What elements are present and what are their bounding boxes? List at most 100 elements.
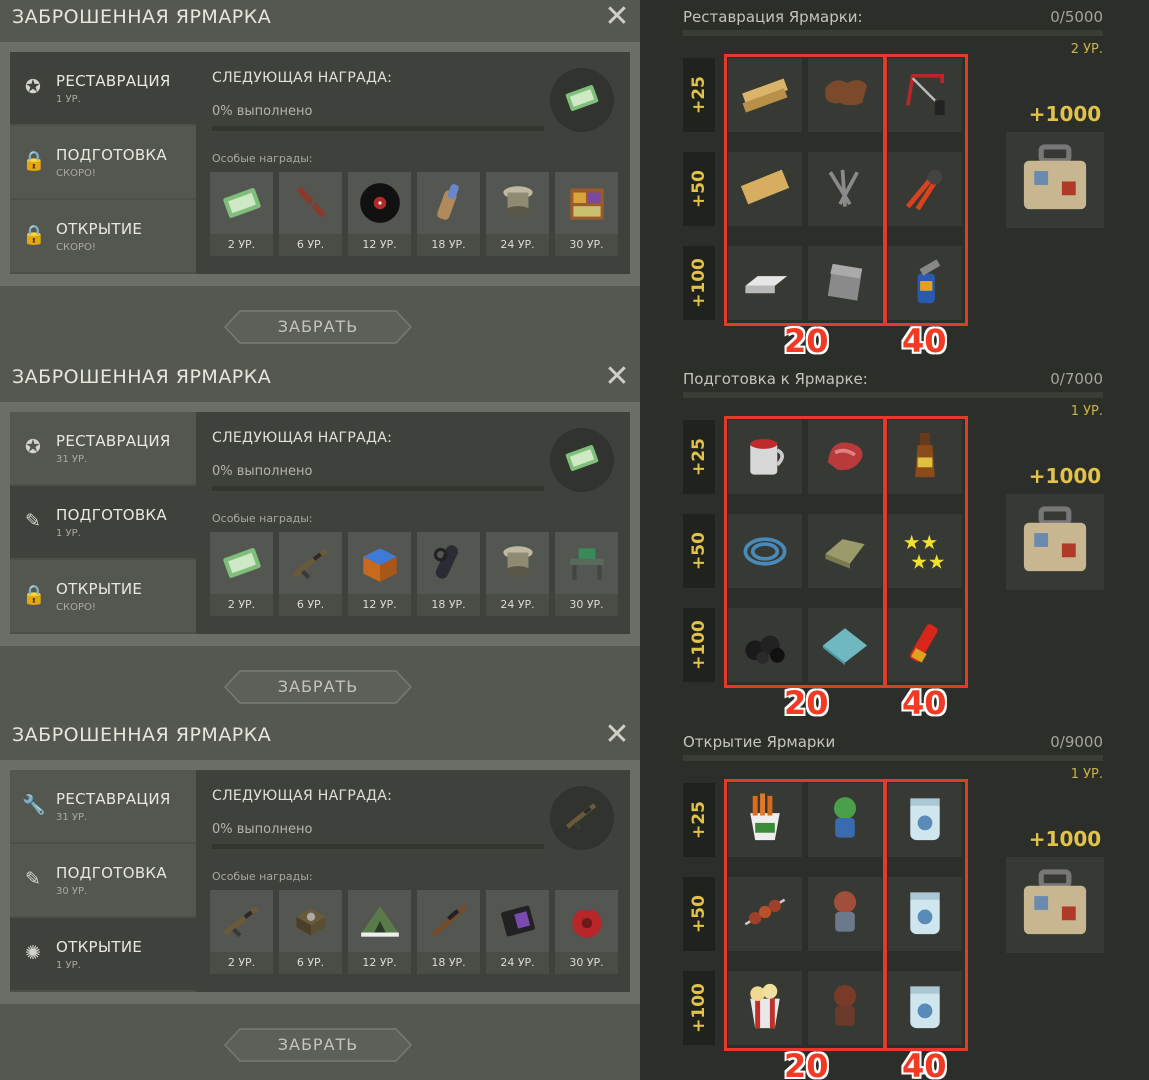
bonus-reward[interactable] xyxy=(1006,494,1104,590)
special-reward-slot[interactable]: 6 УР. xyxy=(279,172,342,256)
tab-0[interactable]: ✪ РЕСТАВРАЦИЯ 1 УР. xyxy=(10,52,196,126)
panel-inner: ✪ РЕСТАВРАЦИЯ 31 УР. ✎ ПОДГОТОВКА 1 УР. … xyxy=(10,412,630,634)
event-panel: ЗАБРОШЕННАЯ ЯРМАРКА ✕ 🔧 РЕСТАВРАЦИЯ 31 У… xyxy=(0,718,640,1078)
silencer-icon xyxy=(417,532,480,594)
brush-icon: ✎ xyxy=(25,868,41,890)
section-progress-bar xyxy=(683,392,1103,398)
row-points-label: +25 xyxy=(689,801,709,839)
slot-level: 6 УР. xyxy=(279,594,342,616)
tab-level: 1 УР. xyxy=(56,94,81,105)
bonus-reward[interactable] xyxy=(1006,857,1104,953)
highlight-box-40 xyxy=(884,416,968,688)
panel-title: ЗАБРОШЕННАЯ ЯРМАРКА xyxy=(12,724,272,746)
special-reward-slot[interactable]: 24 УР. xyxy=(486,172,549,256)
section-count: 0/9000 xyxy=(1050,733,1103,751)
section-count: 0/5000 xyxy=(1050,8,1103,26)
crossbow-icon xyxy=(279,172,342,234)
tab-level: 1 УР. xyxy=(56,960,81,971)
claim-button[interactable]: ЗАБРАТЬ xyxy=(224,670,412,704)
row-points: +25 xyxy=(683,783,715,857)
special-reward-slot[interactable]: 30 УР. xyxy=(555,172,618,256)
section-level: 1 УР. xyxy=(1070,767,1103,782)
next-reward-label: СЛЕДУЮЩАЯ НАГРАДА: xyxy=(212,788,393,804)
special-reward-slot[interactable]: 2 УР. xyxy=(210,172,273,256)
reward-content: СЛЕДУЮЩАЯ НАГРАДА: 0% выполнено Особые н… xyxy=(196,52,630,274)
bonus-reward[interactable] xyxy=(1006,132,1104,228)
special-reward-slot[interactable]: 6 УР. xyxy=(279,532,342,616)
row-points-label: +25 xyxy=(689,438,709,476)
special-reward-slot[interactable]: 30 УР. xyxy=(555,532,618,616)
special-reward-slot[interactable]: 18 УР. xyxy=(417,172,480,256)
badge-wallet-icon xyxy=(486,890,549,952)
tab-name: ПОДГОТОВКА xyxy=(56,506,167,524)
claim-button[interactable]: ЗАБРАТЬ xyxy=(224,310,412,344)
ticket-icon xyxy=(210,172,273,234)
row-points: +50 xyxy=(683,152,715,226)
tab-level: 31 УР. xyxy=(56,454,88,465)
rifle-icon xyxy=(210,890,273,952)
row-points-label: +100 xyxy=(689,620,709,670)
bonus-label: +1000 xyxy=(1028,464,1102,488)
section-count: 0/7000 xyxy=(1050,370,1103,388)
tab-1[interactable]: ✎ ПОДГОТОВКА 30 УР. xyxy=(10,844,196,918)
tab-1[interactable]: 🔒 ПОДГОТОВКА СКОРО! xyxy=(10,126,196,200)
special-reward-slot[interactable]: 6 УР. xyxy=(279,890,342,974)
next-reward-circle[interactable] xyxy=(550,428,614,492)
slot-level: 24 УР. xyxy=(486,594,549,616)
tab-0[interactable]: ✪ РЕСТАВРАЦИЯ 31 УР. xyxy=(10,412,196,486)
section-title: Реставрация Ярмарки: xyxy=(683,8,863,26)
special-reward-slot[interactable]: 24 УР. xyxy=(486,532,549,616)
tab-2[interactable]: 🔒 ОТКРЫТИЕ СКОРО! xyxy=(10,560,196,634)
row-points: +100 xyxy=(683,608,715,682)
row-points: +100 xyxy=(683,971,715,1045)
slot-level: 6 УР. xyxy=(279,952,342,974)
tab-name: РЕСТАВРАЦИЯ xyxy=(56,790,171,808)
collection-section: Реставрация Ярмарки: 0/5000 2 УР. +25 +50 +… xyxy=(640,0,1149,360)
claim-label: ЗАБРАТЬ xyxy=(277,677,359,696)
special-reward-slot[interactable]: 12 УР. xyxy=(348,890,411,974)
tab-1[interactable]: ✎ ПОДГОТОВКА 1 УР. xyxy=(10,486,196,560)
slot-level: 6 УР. xyxy=(279,234,342,256)
special-reward-slot[interactable]: 30 УР. xyxy=(555,890,618,974)
medal-icon: ✪ xyxy=(25,76,41,98)
gas-tank-icon xyxy=(555,890,618,952)
party-popper-icon: ✺ xyxy=(25,942,41,964)
special-rewards-label: Особые награды: xyxy=(212,512,313,525)
panel-inner: 🔧 РЕСТАВРАЦИЯ 31 УР. ✎ ПОДГОТОВКА 30 УР.… xyxy=(10,770,630,992)
event-panel: ЗАБРОШЕННАЯ ЯРМАРКА ✕ ✪ РЕСТАВРАЦИЯ 31 У… xyxy=(0,360,640,720)
special-reward-slot[interactable]: 18 УР. xyxy=(417,532,480,616)
special-reward-slot[interactable]: 12 УР. xyxy=(348,172,411,256)
collection-rewards: Реставрация Ярмарки: 0/5000 2 УР. +25 +50 +… xyxy=(640,0,1149,1080)
tab-name: РЕСТАВРАЦИЯ xyxy=(56,432,171,450)
next-reward-circle[interactable] xyxy=(550,68,614,132)
claim-button[interactable]: ЗАБРАТЬ xyxy=(224,1028,412,1062)
slot-level: 24 УР. xyxy=(486,234,549,256)
box-20-label: 20 xyxy=(784,684,829,722)
close-icon[interactable]: ✕ xyxy=(602,720,632,750)
close-icon[interactable]: ✕ xyxy=(602,362,632,392)
row-points: +100 xyxy=(683,246,715,320)
close-icon[interactable]: ✕ xyxy=(602,2,632,32)
tab-2[interactable]: ✺ ОТКРЫТИЕ 1 УР. xyxy=(10,918,196,992)
claim-label: ЗАБРАТЬ xyxy=(277,1035,359,1054)
box-40-label: 40 xyxy=(902,684,947,722)
special-reward-slot[interactable]: 2 УР. xyxy=(210,890,273,974)
panel-body: ✪ РЕСТАВРАЦИЯ 31 УР. ✎ ПОДГОТОВКА 1 УР. … xyxy=(0,402,640,646)
tab-2[interactable]: 🔒 ОТКРЫТИЕ СКОРО! xyxy=(10,200,196,274)
tab-0[interactable]: 🔧 РЕСТАВРАЦИЯ 31 УР. xyxy=(10,770,196,844)
slot-level: 2 УР. xyxy=(210,594,273,616)
special-reward-slot[interactable]: 2 УР. xyxy=(210,532,273,616)
slot-level: 30 УР. xyxy=(555,952,618,974)
special-reward-slot[interactable]: 18 УР. xyxy=(417,890,480,974)
box-40-label: 40 xyxy=(902,1047,947,1080)
next-reward-circle[interactable] xyxy=(550,786,614,850)
progress-label: 0% выполнено xyxy=(212,104,313,119)
special-reward-slot[interactable]: 24 УР. xyxy=(486,890,549,974)
tab-name: ОТКРЫТИЕ xyxy=(56,580,143,598)
stage-tabs: ✪ РЕСТАВРАЦИЯ 1 УР. 🔒 ПОДГОТОВКА СКОРО! … xyxy=(10,52,196,274)
section-progress-bar xyxy=(683,755,1103,761)
lock-icon: 🔒 xyxy=(22,224,46,246)
section-title: Открытие Ярмарки xyxy=(683,733,836,751)
section-title: Подготовка к Ярмарке: xyxy=(683,370,868,388)
special-reward-slot[interactable]: 12 УР. xyxy=(348,532,411,616)
